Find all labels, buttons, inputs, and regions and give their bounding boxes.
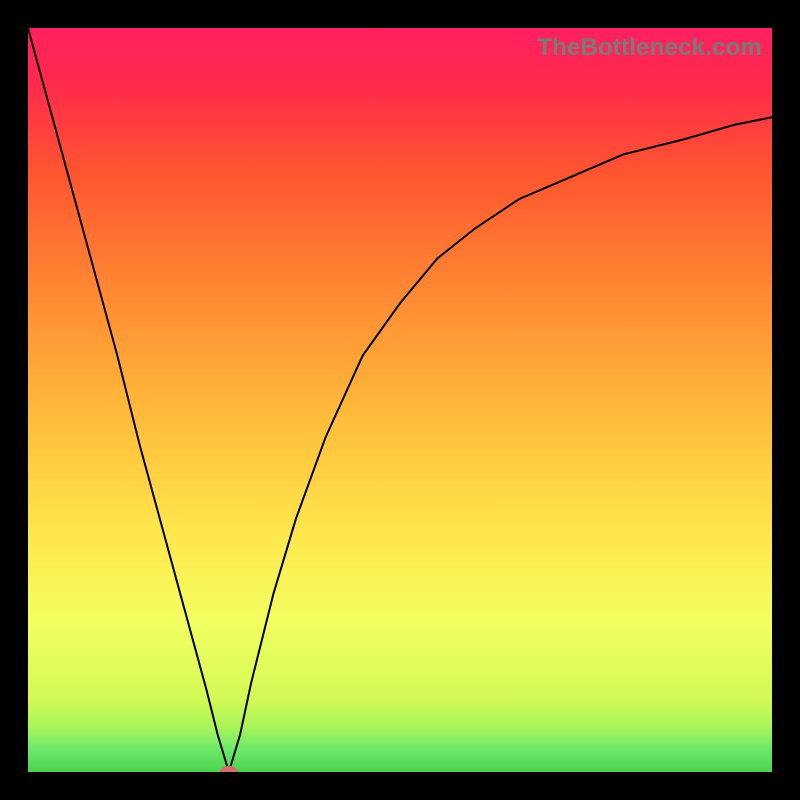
minimum-marker: [220, 766, 238, 772]
chart-frame: TheBottleneck.com: [0, 0, 800, 800]
watermark-text: TheBottleneck.com: [537, 34, 762, 62]
bottleneck-curve: [28, 28, 772, 772]
chart-svg: [28, 28, 772, 772]
plot-area: TheBottleneck.com: [28, 28, 772, 772]
